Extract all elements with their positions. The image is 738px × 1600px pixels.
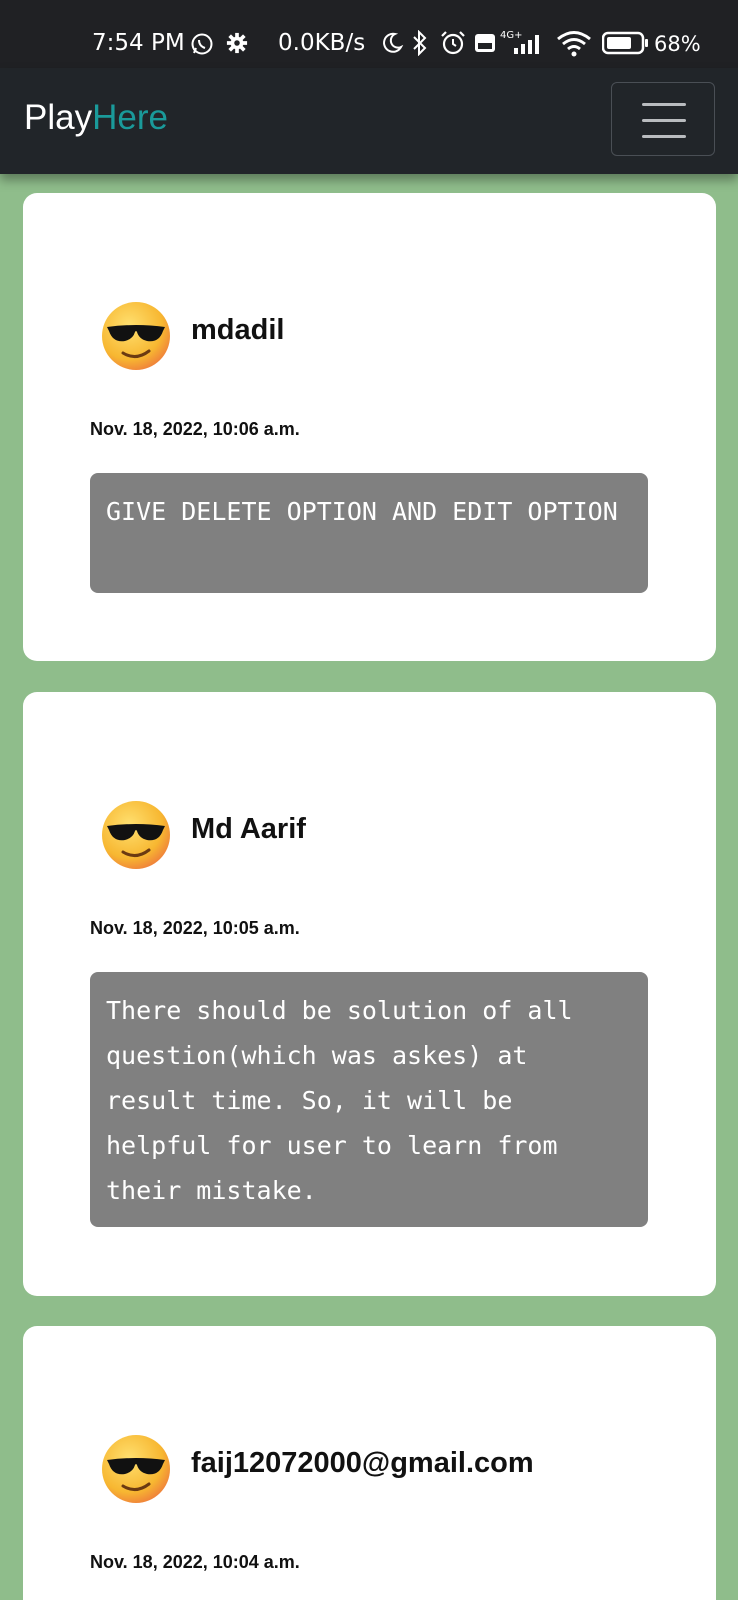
- username: faij12072000@gmail.com: [191, 1447, 534, 1479]
- signal-4g-icon: 4G+: [500, 30, 539, 54]
- brand-name-here: Here: [92, 98, 168, 137]
- whatsapp-icon: [191, 33, 213, 55]
- bluetooth-icon: [413, 30, 427, 56]
- username: mdadil: [191, 314, 285, 346]
- sunglasses-emoji-icon: [102, 801, 170, 869]
- feedback-date: Nov. 18, 2022, 10:06 a.m.: [90, 419, 300, 439]
- wifi-icon: [557, 31, 591, 57]
- status-time: 7:54 PM: [92, 30, 185, 56]
- hamburger-menu-icon: [642, 103, 686, 106]
- moon-icon: [383, 32, 404, 53]
- brand-logo[interactable]: PlayHere: [24, 98, 168, 138]
- status-bar: 7:54 PM 0.0KB/s 4G+ 68%: [0, 0, 738, 68]
- feedback-date: Nov. 18, 2022, 10:05 a.m.: [90, 918, 300, 938]
- hamburger-menu-icon: [642, 119, 686, 122]
- volte-icon: [475, 34, 495, 52]
- comment-text: There should be solution of all question…: [90, 972, 648, 1227]
- gear-icon: [226, 32, 248, 54]
- feedback-card: mdadil Nov. 18, 2022, 10:06 a.m. GIVE DE…: [23, 193, 716, 661]
- network-speed: 0.0KB/s: [278, 30, 366, 56]
- comment-text: GIVE DELETE OPTION AND EDIT OPTION: [90, 473, 648, 593]
- feedback-date: Nov. 18, 2022, 10:04 a.m.: [90, 1552, 300, 1572]
- brand-name-play: Play: [24, 98, 93, 137]
- sunglasses-emoji-icon: [102, 1435, 170, 1503]
- username: Md Aarif: [191, 813, 306, 845]
- navbar: PlayHere: [0, 68, 738, 174]
- svg-text:4G+: 4G+: [500, 30, 523, 41]
- alarm-icon: [441, 31, 465, 55]
- battery-icon: [602, 31, 648, 55]
- feedback-card: faij12072000@gmail.com Nov. 18, 2022, 10…: [23, 1326, 716, 1600]
- battery-percent: 68%: [654, 32, 701, 56]
- sunglasses-emoji-icon: [102, 302, 170, 370]
- hamburger-menu-icon: [642, 135, 686, 138]
- hamburger-menu-button[interactable]: [611, 82, 715, 156]
- feedback-card: Md Aarif Nov. 18, 2022, 10:05 a.m. There…: [23, 692, 716, 1296]
